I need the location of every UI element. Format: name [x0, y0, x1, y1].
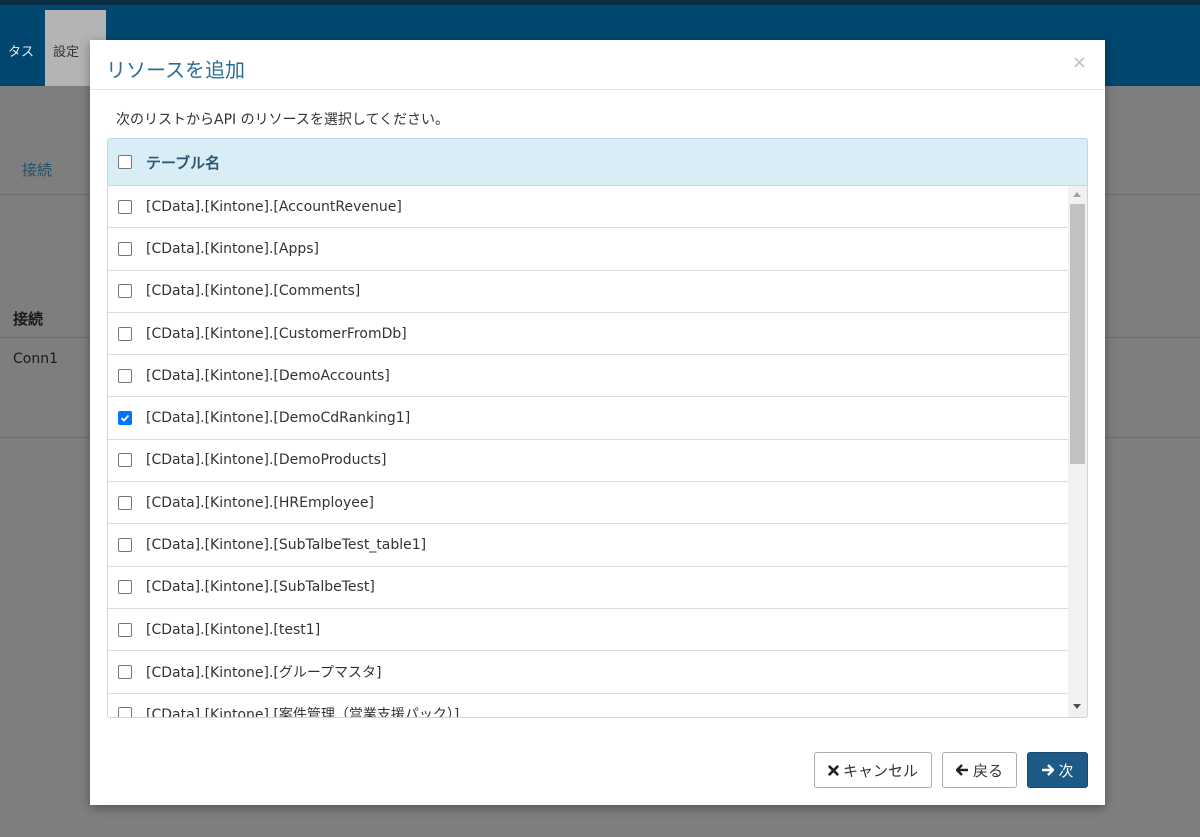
list-item[interactable]: [CData].[Kintone].[案件管理（営業支援パック）] — [108, 694, 1068, 717]
row-label: [CData].[Kintone].[DemoAccounts] — [146, 367, 390, 384]
list-item[interactable]: [CData].[Kintone].[DemoAccounts] — [108, 355, 1068, 398]
list-item[interactable]: [CData].[Kintone].[CustomerFromDb] — [108, 313, 1068, 356]
row-label: [CData].[Kintone].[Comments] — [146, 283, 361, 300]
list-item[interactable]: [CData].[Kintone].[AccountRevenue] — [108, 186, 1068, 229]
dialog-header: リソースを追加 × — [90, 40, 1105, 90]
arrow-right-icon — [1042, 764, 1055, 776]
row-checkbox[interactable] — [118, 368, 132, 383]
next-button-label: 次 — [1058, 761, 1074, 780]
row-label: [CData].[Kintone].[test1] — [146, 621, 321, 638]
table-header-row: テーブル名 — [108, 139, 1087, 186]
list-item[interactable]: [CData].[Kintone].[DemoCdRanking1] — [108, 397, 1068, 440]
list-item[interactable]: [CData].[Kintone].[HREmployee] — [108, 482, 1068, 525]
list-item[interactable]: [CData].[Kintone].[DemoProducts] — [108, 440, 1068, 483]
row-label: [CData].[Kintone].[グループマスタ] — [146, 664, 382, 681]
list-item[interactable]: [CData].[Kintone].[グループマスタ] — [108, 651, 1068, 694]
row-checkbox[interactable] — [118, 707, 132, 717]
cancel-button-label: キャンセル — [842, 761, 918, 780]
row-label: [CData].[Kintone].[SubTalbeTest_table1] — [146, 537, 427, 554]
dialog-title: リソースを追加 — [106, 58, 245, 82]
row-checkbox[interactable] — [118, 284, 132, 299]
row-label: [CData].[Kintone].[HREmployee] — [146, 494, 374, 511]
row-checkbox[interactable] — [118, 411, 132, 426]
back-button[interactable]: 戻る — [942, 752, 1017, 788]
resource-list: [CData].[Kintone].[AccountRevenue] [CData… — [108, 186, 1087, 717]
row-checkbox[interactable] — [118, 326, 132, 341]
list-item[interactable]: [CData].[Kintone].[test1] — [108, 609, 1068, 652]
scroll-up-arrow-icon[interactable] — [1073, 192, 1081, 197]
row-label: [CData].[Kintone].[CustomerFromDb] — [146, 325, 407, 342]
row-checkbox[interactable] — [118, 622, 132, 637]
row-label: [CData].[Kintone].[案件管理（営業支援パック）] — [146, 707, 460, 717]
row-checkbox[interactable] — [118, 664, 132, 679]
row-checkbox[interactable] — [118, 199, 132, 214]
row-checkbox[interactable] — [118, 453, 132, 468]
column-header-connection: 接続 — [13, 310, 44, 328]
row-checkbox[interactable] — [118, 538, 132, 553]
next-button[interactable]: 次 — [1027, 752, 1088, 788]
row-label: [CData].[Kintone].[SubTalbeTest] — [146, 579, 375, 596]
resource-table: テーブル名 [CData].[Kintone].[AccountRevenue]… — [107, 138, 1088, 718]
table-header-label: テーブル名 — [146, 153, 221, 172]
nav-item-status[interactable]: タス — [0, 10, 42, 91]
connection-cell[interactable]: Conn1 — [13, 351, 58, 367]
row-checkbox[interactable] — [118, 241, 132, 256]
list-item[interactable]: [CData].[Kintone].[Apps] — [108, 228, 1068, 271]
list-item[interactable]: [CData].[Kintone].[SubTalbeTest_table1] — [108, 524, 1068, 567]
row-label: [CData].[Kintone].[AccountRevenue] — [146, 198, 402, 215]
tab-connection[interactable]: 接続 — [22, 159, 52, 180]
row-label: [CData].[Kintone].[Apps] — [146, 240, 320, 257]
scrollbar-thumb[interactable] — [1070, 204, 1085, 464]
close-icon[interactable]: × — [1072, 54, 1087, 72]
times-icon — [828, 764, 839, 776]
row-checkbox[interactable] — [118, 495, 132, 510]
row-label: [CData].[Kintone].[DemoCdRanking1] — [146, 410, 411, 427]
back-button-label: 戻る — [972, 761, 1003, 780]
dialog-instruction: 次のリストからAPI のリソースを選択してください。 — [116, 112, 450, 128]
cancel-button[interactable]: キャンセル — [814, 752, 932, 788]
scroll-down-arrow-icon[interactable] — [1073, 704, 1081, 709]
add-resource-dialog: リソースを追加 × 次のリストからAPI のリソースを選択してください。 テーブ… — [90, 40, 1105, 805]
arrow-left-icon — [955, 764, 968, 776]
list-item[interactable]: [CData].[Kintone].[SubTalbeTest] — [108, 567, 1068, 609]
row-label: [CData].[Kintone].[DemoProducts] — [146, 452, 387, 469]
dialog-footer: キャンセル 戻る 次 — [90, 752, 1105, 790]
select-all-checkbox[interactable] — [118, 155, 132, 169]
table-body: [CData].[Kintone].[AccountRevenue] [CData… — [108, 186, 1087, 717]
row-checkbox[interactable] — [118, 580, 132, 595]
vertical-scrollbar[interactable] — [1068, 186, 1087, 717]
list-item[interactable]: [CData].[Kintone].[Comments] — [108, 271, 1068, 313]
